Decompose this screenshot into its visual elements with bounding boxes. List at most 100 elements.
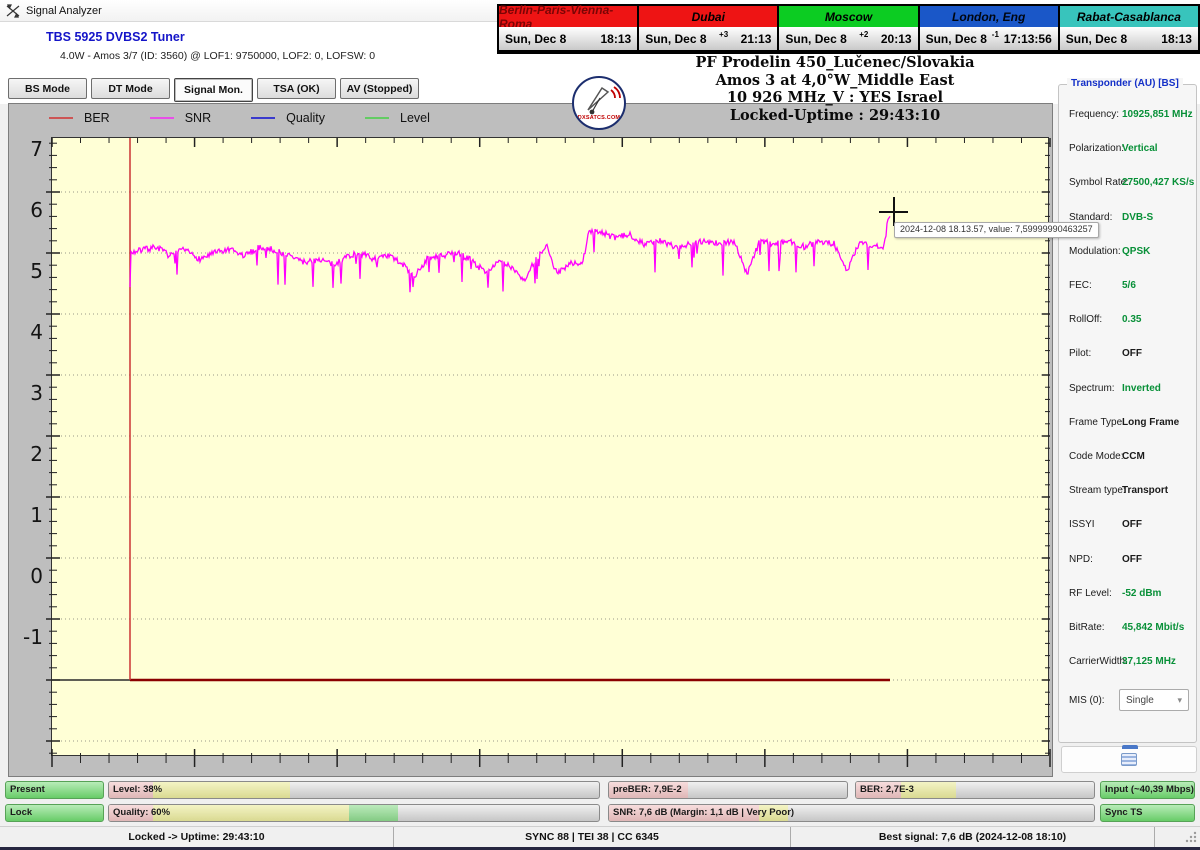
clock-column: Rabat-Casablanca Sun, Dec 8 18:13 <box>1059 6 1198 52</box>
transponder-label: RollOff: <box>1069 314 1103 326</box>
y-tick-label: 1 <box>30 503 43 527</box>
device-list-button[interactable] <box>1061 745 1197 773</box>
tab-signal-mon[interactable]: Signal Mon. <box>174 78 253 102</box>
clock-city-label: Rabat-Casablanca <box>1059 6 1198 27</box>
signal-bars-area: Present Level: 38% preBER: 7,9E-2 BER: 2,7E… <box>0 778 1200 826</box>
transponder-value: 37,125 MHz <box>1122 656 1176 668</box>
meter-bar-preber: preBER: 7,9E-2 <box>608 781 848 799</box>
app-icon <box>6 3 20 18</box>
tab-bs-mode[interactable]: BS Mode <box>8 78 87 99</box>
dxsatcs-logo: DXSATCS.COM <box>572 76 626 130</box>
transponder-label: Standard: <box>1069 211 1113 223</box>
transponder-row: RollOff: 0.35 <box>1059 314 1196 334</box>
clock-hhmm: 18:13 <box>600 31 632 46</box>
clock-hhmm: 17:13:56 <box>1003 31 1052 46</box>
clock-utc-offset: +2 <box>859 30 869 39</box>
y-tick-label: 7 <box>30 137 43 161</box>
transponder-row: RF Level: -52 dBm <box>1059 588 1196 608</box>
clock-time: Sun, Dec 8 -1 17:13:56 <box>919 27 1058 50</box>
y-tick-label: 2 <box>30 442 43 466</box>
clock-city-label: Moscow <box>779 6 918 27</box>
bar-label: Level: 38% <box>113 784 163 795</box>
transponder-value: OFF <box>1122 553 1142 565</box>
transponder-row: Frame Type: Long Frame <box>1059 417 1196 437</box>
y-tick-label: 5 <box>30 259 43 283</box>
tab-dt-mode[interactable]: DT Mode <box>91 78 170 99</box>
tab-av-stopped[interactable]: AV (Stopped) <box>340 78 419 99</box>
y-tick-label: 0 <box>30 564 43 588</box>
chevron-down-icon: ▾ <box>1177 694 1182 705</box>
y-tick-label: 6 <box>30 198 43 222</box>
clock-column: London, Eng Sun, Dec 8 -1 17:13:56 <box>919 6 1058 52</box>
clock-utc-offset: +3 <box>719 30 729 39</box>
bar-label: BER: 2,7E-3 <box>860 784 914 795</box>
tab-tsa-ok[interactable]: TSA (OK) <box>257 78 336 99</box>
bar-label: Lock <box>10 807 33 818</box>
transponder-row: Frequency: 10925,851 MHz <box>1059 109 1196 129</box>
meter-bar-quality: Quality: 60% <box>108 804 600 822</box>
transponder-row: Polarization: Vertical <box>1059 143 1196 163</box>
clock-date: Sun, Dec 8 <box>645 31 707 46</box>
transponder-value: 10925,851 MHz <box>1122 109 1193 120</box>
transponder-row: ISSYI OFF <box>1059 519 1196 539</box>
y-tick-label: 4 <box>30 320 43 344</box>
clock-time: Sun, Dec 8 18:13 <box>499 27 638 50</box>
clock-column: Moscow Sun, Dec 8 +2 20:13 <box>779 6 918 52</box>
clock-hhmm: 21:13 <box>740 31 772 46</box>
clock-utc-offset: -1 <box>991 30 999 39</box>
snr-trace <box>129 216 891 293</box>
clock-date: Sun, Dec 8 <box>1065 31 1128 46</box>
clock-time: Sun, Dec 8 18:13 <box>1059 27 1198 50</box>
transponder-value: 45,842 Mbit/s <box>1122 622 1185 633</box>
bar-label: SNR: 7,6 dB (Margin: 1,1 dB | Very Poor) <box>613 807 795 818</box>
crosshair-cursor <box>879 211 908 213</box>
meter-bar-level: Level: 38% <box>108 781 600 799</box>
site-title-line3: 10 926 MHz_V : YES Israel <box>726 89 944 106</box>
mis-dropdown[interactable]: Single ▾ <box>1119 689 1189 711</box>
transponder-label: CarrierWidth: <box>1069 656 1128 668</box>
transponder-label: BitRate: <box>1069 622 1105 633</box>
transponder-row: Pilot: OFF <box>1059 348 1196 368</box>
transponder-value: DVB-S <box>1122 211 1154 223</box>
legend-label: BER <box>84 111 110 125</box>
transponder-label: Polarization: <box>1069 143 1125 155</box>
transponder-label: Spectrum: <box>1069 382 1115 394</box>
world-clocks: Berlin-Paris-Vienna-Roma Sun, Dec 8 18:13 D… <box>497 3 1200 54</box>
clock-hhmm: 20:13 <box>880 31 912 46</box>
y-tick-label: -1 <box>23 625 43 649</box>
legend-item-snr: SNR <box>149 111 211 125</box>
value-tooltip: 2024-12-08 18.13.57, value: 7,5999999046… <box>894 222 1099 238</box>
legend-item-ber: BER <box>49 111 110 125</box>
clock-time: Sun, Dec 8 +2 20:13 <box>779 27 918 50</box>
legend-line-swatch <box>49 117 73 119</box>
status-bar-present: Present <box>5 781 104 799</box>
clock-column: Berlin-Paris-Vienna-Roma Sun, Dec 8 18:13 <box>499 3 638 52</box>
clock-date: Sun, Dec 8 <box>925 31 987 46</box>
bar-label: Present <box>10 784 45 795</box>
transponder-label: ISSYI <box>1069 519 1095 531</box>
mode-tabs: BS Mode DT Mode Signal Mon. TSA (OK) AV (Sto… <box>8 78 419 102</box>
legend-label: Quality <box>286 111 326 125</box>
transponder-label: Pilot: <box>1069 348 1092 360</box>
transponder-row: Code Mode: CCM <box>1059 451 1196 471</box>
status-bar-sync-ts: Sync TS <box>1100 804 1195 822</box>
transponder-value: Inverted <box>1122 382 1161 394</box>
transponder-value: 5/6 <box>1122 280 1136 291</box>
transponder-row: BitRate: 45,842 Mbit/s <box>1059 622 1196 642</box>
status-bar: Locked -> Uptime: 29:43:10 SYNC 88 | TEI … <box>0 826 1200 847</box>
resize-grip[interactable] <box>1184 830 1198 844</box>
device-list-icon-header <box>1122 745 1138 749</box>
bar-label: Sync TS <box>1105 807 1143 818</box>
legend-line-swatch <box>251 117 276 119</box>
status-bar-input-40-39-mbps-: Input (~40,39 Mbps) <box>1100 781 1195 799</box>
site-title-line4: Locked-Uptime : 29:43:10 <box>729 106 941 124</box>
legend-item-quality: Quality <box>251 111 325 125</box>
meter-bar-ber: BER: 2,7E-3 <box>855 781 1095 799</box>
bar-label: Input (~40,39 Mbps) <box>1105 784 1194 795</box>
transponder-label: Stream type: <box>1069 485 1126 497</box>
transponder-value: Transport <box>1122 485 1169 497</box>
transponder-row: Stream type: Transport <box>1059 485 1196 505</box>
transponder-label: Modulation: <box>1069 245 1121 257</box>
transponder-label: Code Mode: <box>1069 451 1124 462</box>
transponder-label: Symbol Rate: <box>1069 177 1130 189</box>
